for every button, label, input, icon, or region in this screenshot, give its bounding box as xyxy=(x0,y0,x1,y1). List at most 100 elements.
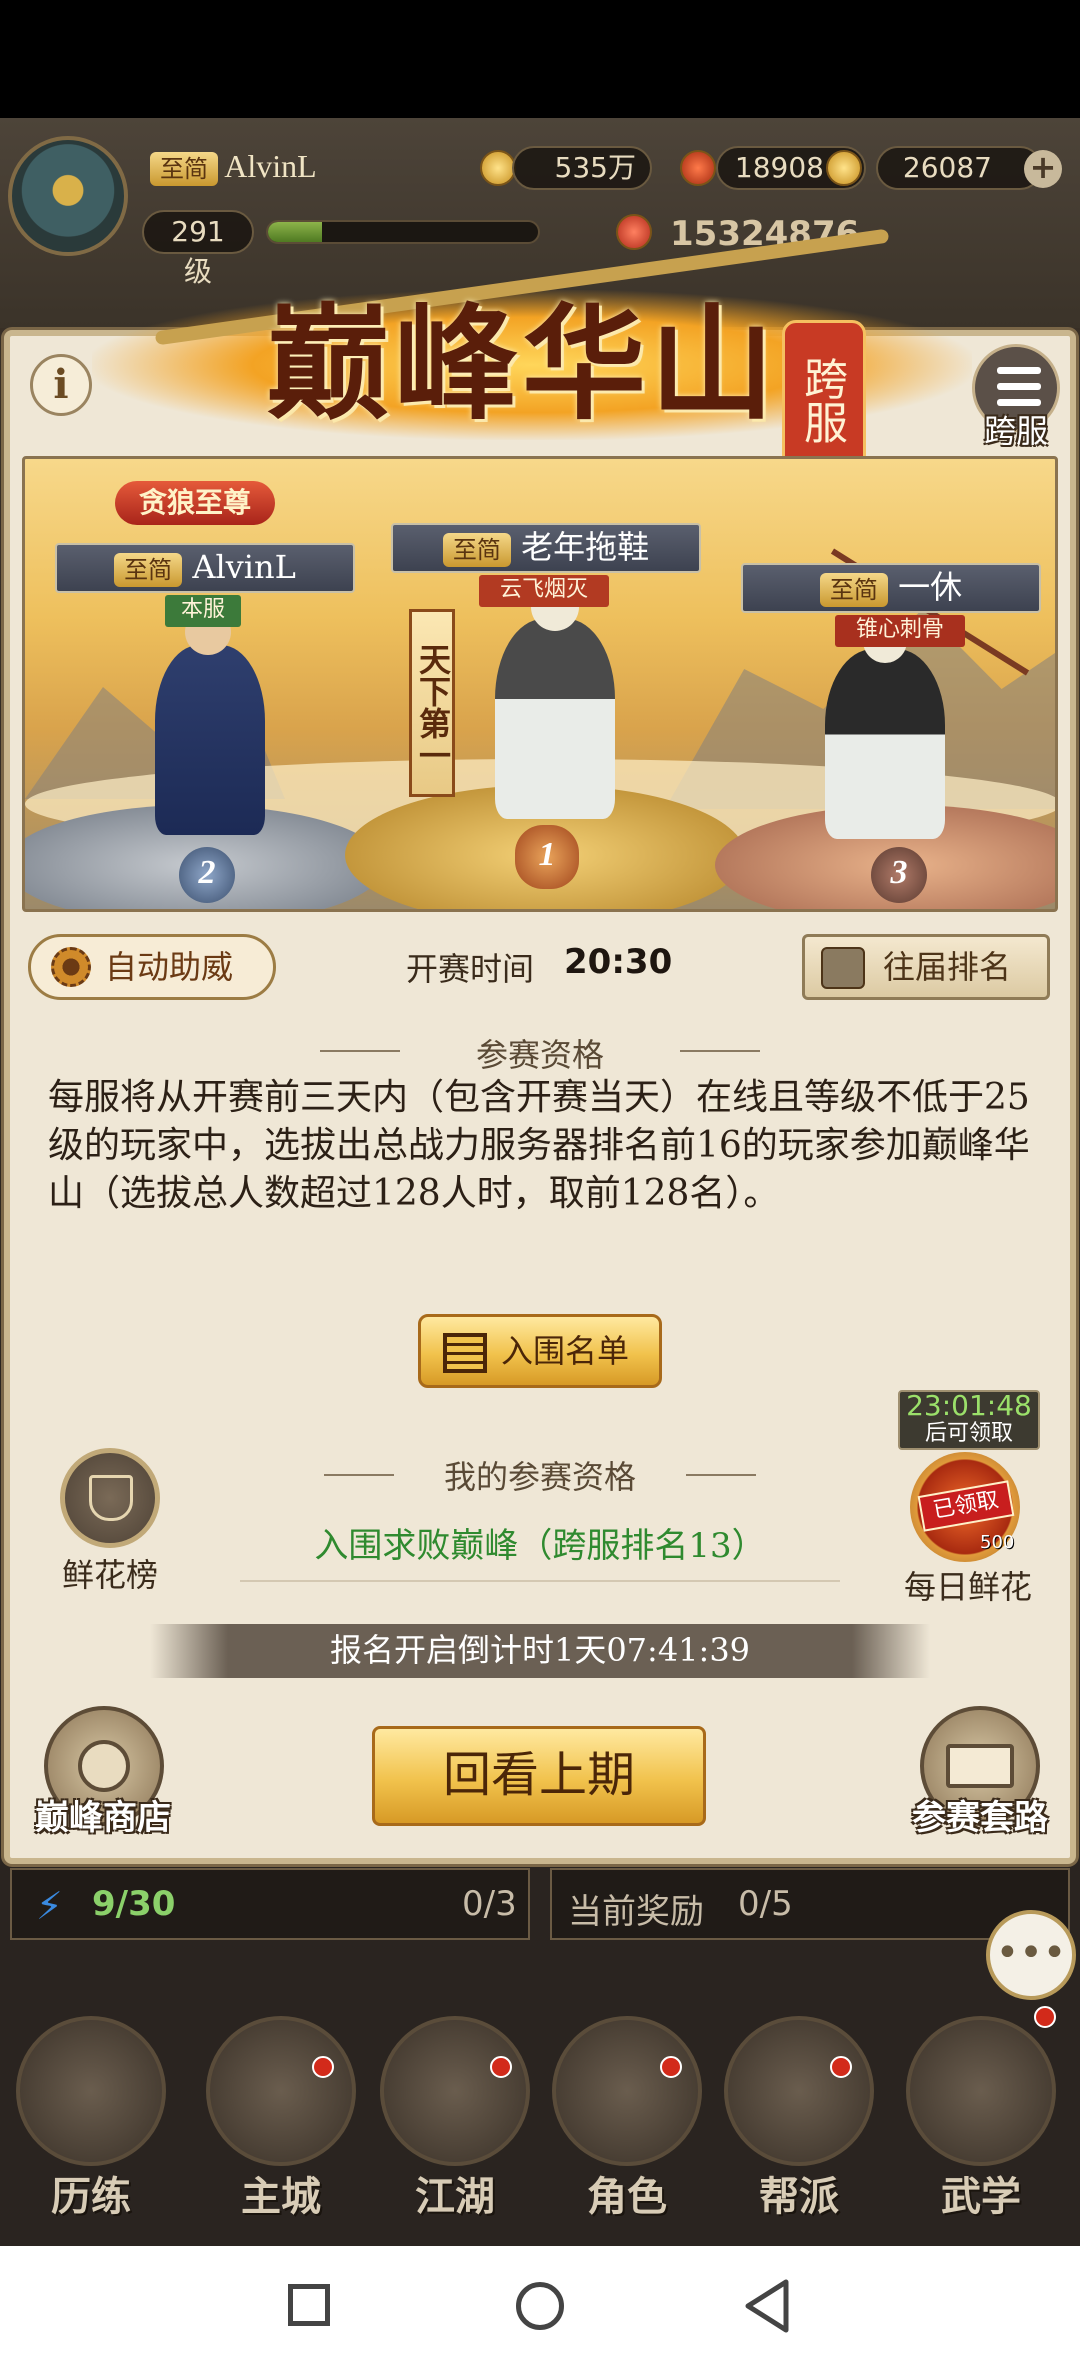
energy-strip: ⚡ 9/30 0/3 xyxy=(10,1868,530,1940)
home-button[interactable] xyxy=(516,2282,564,2330)
coins-value: 535万 xyxy=(512,146,652,190)
daily-flower-button[interactable]: 已领取 500 xyxy=(910,1452,1020,1562)
nav-training[interactable]: 历练 xyxy=(16,2016,166,2226)
start-time-label: 开赛时间 xyxy=(406,950,535,988)
rank2-number: 2 xyxy=(179,847,235,903)
auto-cheer-button[interactable]: 自动助威 xyxy=(28,934,276,1000)
divider-left xyxy=(320,1050,400,1052)
token-icon xyxy=(680,150,716,186)
flower-timer: 23:01:48 xyxy=(906,1389,1032,1422)
flower-rank-label: 鲜花榜 xyxy=(61,1556,158,1594)
chat-button[interactable]: ••• xyxy=(986,1910,1076,2000)
rank3-subtag: 锥心刺骨 xyxy=(835,615,965,647)
cross-server-seal: 跨服 xyxy=(782,320,866,470)
system-nav-bar xyxy=(0,2246,1080,2363)
flower-count: 500 xyxy=(980,1532,1015,1553)
gear-icon xyxy=(51,947,91,987)
peak-shop-label: 巅峰商店 xyxy=(35,1798,171,1838)
nav-martial-arts[interactable]: 武学 xyxy=(906,2016,1056,2226)
rank3-character[interactable] xyxy=(825,649,945,839)
jianghu-notification-dot xyxy=(490,2056,512,2078)
player-name: AlvinL xyxy=(224,148,317,184)
champion-banner: 天下第一 xyxy=(409,609,455,797)
divider-right xyxy=(680,1050,760,1052)
rank2-tag: 至简 xyxy=(114,553,183,587)
my-eligibility-status: 入围求败巅峰（跨服排名13） xyxy=(314,1526,766,1566)
title-badge: 贪狼至尊 xyxy=(115,481,275,525)
rank2-subtag: 本服 xyxy=(165,595,241,627)
flower-timer-sub: 后可领取 xyxy=(924,1421,1013,1446)
info-button[interactable]: i xyxy=(30,354,92,416)
chat-icon: ••• xyxy=(995,1930,1067,1976)
shop-icon xyxy=(78,1740,130,1792)
character-notification-dot xyxy=(660,2056,682,2078)
rank2-nameplate[interactable]: 至简 AlvinL xyxy=(55,543,355,593)
daily-flower-label: 每日鲜花 xyxy=(903,1568,1032,1606)
level-badge: 291级 xyxy=(142,210,254,288)
rank1-number: 1 xyxy=(515,825,579,889)
guild-icon xyxy=(724,2016,874,2166)
nav-character[interactable]: 角色 xyxy=(552,2016,702,2226)
recent-apps-button[interactable] xyxy=(288,2284,330,2326)
city-notification-dot xyxy=(312,2056,334,2078)
divider-right-2 xyxy=(686,1474,756,1476)
claimed-stamp: 已领取 xyxy=(917,1480,1015,1532)
status-underline xyxy=(240,1580,840,1582)
rank2-character[interactable] xyxy=(155,645,265,835)
eligibility-title: 参赛资格 xyxy=(475,1036,604,1074)
my-eligibility-title: 我的参赛资格 xyxy=(443,1458,636,1496)
eligibility-description: 每服将从开赛前三天内（包含开赛当天）在线且等级不低于25级的玩家中，选拔出总战力… xyxy=(48,1077,1030,1214)
auto-cheer-label: 自动助威 xyxy=(105,948,234,986)
player-avatar[interactable] xyxy=(8,136,128,256)
player-name-row: 至简 AlvinL xyxy=(150,148,317,186)
rank1-subtag: 云飞烟灭 xyxy=(479,575,609,607)
back-button[interactable] xyxy=(742,2278,792,2334)
nav-main-city-label: 主城 xyxy=(241,2173,321,2220)
nav-martial-arts-label: 武学 xyxy=(941,2173,1021,2220)
exp-bar-fill xyxy=(268,222,322,242)
reward-label: 当前奖励 xyxy=(568,1892,704,1932)
coin-icon xyxy=(480,150,516,186)
page-title: 巅峰华山 xyxy=(265,292,778,437)
rank3-nameplate[interactable]: 至简 一休 xyxy=(741,563,1041,613)
nav-guild[interactable]: 帮派 xyxy=(724,2016,874,2226)
divider-left-2 xyxy=(324,1474,394,1476)
rank1-nameplate[interactable]: 至简 老年拖鞋 xyxy=(391,523,701,573)
past-ranking-button[interactable]: 往届排名 xyxy=(802,934,1050,1000)
jianghu-icon xyxy=(380,2016,530,2166)
city-icon xyxy=(206,2016,356,2166)
scroll-icon xyxy=(906,2016,1056,2166)
exp-bar xyxy=(266,220,540,244)
status-bar xyxy=(0,0,1080,118)
character-icon xyxy=(552,2016,702,2166)
shortlist-button[interactable]: 入围名单 xyxy=(418,1314,662,1388)
flower-timer-box: 23:01:48 后可领取 xyxy=(898,1390,1040,1450)
gold-icon xyxy=(826,150,862,186)
rank1-name: 老年拖鞋 xyxy=(521,528,650,566)
nav-character-label: 角色 xyxy=(587,2173,667,2220)
nav-jianghu[interactable]: 江湖 xyxy=(380,2016,530,2226)
cross-server-label: 跨服 xyxy=(983,412,1048,450)
nav-main-city[interactable]: 主城 xyxy=(206,2016,356,2226)
crossed-swords-icon xyxy=(821,947,865,989)
rank3-number: 3 xyxy=(871,847,927,903)
registration-countdown: 报名开启倒计时1天07:41:39 xyxy=(150,1624,930,1678)
sub-count: 0/3 xyxy=(462,1884,517,1924)
replay-button[interactable]: 回看上期 xyxy=(372,1726,706,1826)
flower-rank-button[interactable] xyxy=(60,1448,160,1548)
title-banner: 巅峰华山 跨服 xyxy=(92,228,972,470)
list-icon xyxy=(443,1333,487,1373)
cross-server-button[interactable]: 跨服 xyxy=(972,344,1060,450)
rank2-name: AlvinL xyxy=(192,548,296,586)
rank3-name: 一休 xyxy=(898,568,963,606)
past-ranking-label: 往届排名 xyxy=(883,948,1012,986)
tactics-label: 参赛套路 xyxy=(912,1798,1048,1838)
rank1-character[interactable] xyxy=(495,619,615,819)
start-time-value: 20:30 xyxy=(564,942,673,982)
shield-icon xyxy=(89,1475,133,1521)
energy-value: 9/30 xyxy=(92,1884,176,1924)
add-gold-button[interactable]: + xyxy=(1024,150,1062,188)
rank1-tag: 至简 xyxy=(442,533,511,567)
lightning-icon: ⚡ xyxy=(36,1884,63,1928)
reward-strip: 当前奖励 0/5 xyxy=(550,1868,1070,1940)
